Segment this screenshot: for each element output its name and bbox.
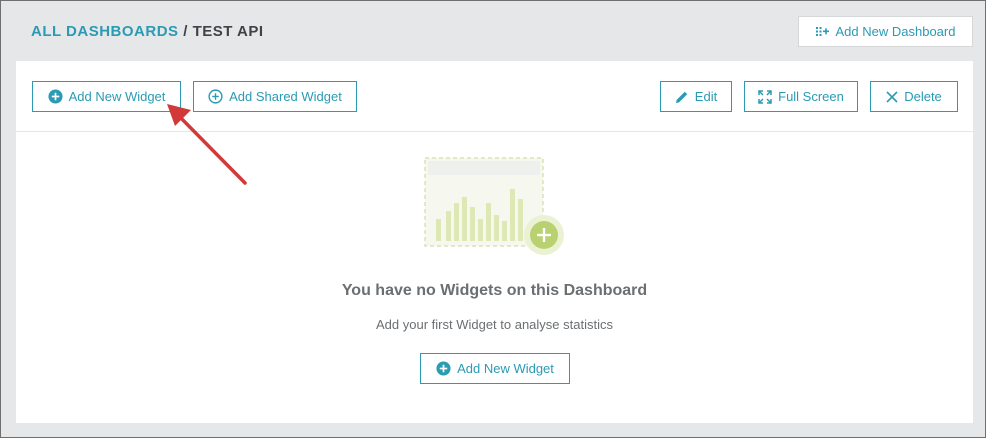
edit-label: Edit (694, 89, 718, 104)
dashboard-card: Add New Widget Add Shared Widget Edit Fu… (16, 61, 973, 423)
breadcrumb-separator: / (183, 23, 188, 40)
full-screen-button[interactable]: Full Screen (744, 81, 858, 112)
widget-chart-icon (422, 157, 572, 257)
empty-state-add-widget-button[interactable]: Add New Widget (420, 353, 570, 384)
plus-circle-outline-icon (208, 89, 223, 104)
add-new-dashboard-label: Add New Dashboard (835, 24, 956, 39)
plus-circle-icon (48, 89, 63, 104)
app-window: ALL DASHBOARDS / TEST API Add New Dashbo… (0, 0, 986, 438)
add-new-dashboard-button[interactable]: Add New Dashboard (798, 16, 973, 47)
empty-state-title: You have no Widgets on this Dashboard (341, 282, 648, 299)
pencil-icon (675, 90, 689, 104)
delete-button[interactable]: Delete (870, 81, 958, 112)
expand-icon (758, 89, 772, 104)
grid-plus-icon (815, 26, 830, 38)
add-new-widget-button[interactable]: Add New Widget (32, 81, 181, 112)
toolbar-divider (16, 131, 973, 132)
breadcrumb-all-dashboards[interactable]: ALL DASHBOARDS (31, 23, 179, 40)
add-shared-widget-label: Add Shared Widget (229, 89, 342, 104)
empty-state-add-widget-label: Add New Widget (457, 361, 554, 376)
full-screen-label: Full Screen (778, 89, 844, 104)
edit-button[interactable]: Edit (660, 81, 732, 112)
close-icon (886, 90, 898, 103)
breadcrumb: ALL DASHBOARDS / TEST API (31, 23, 264, 40)
empty-state-subtitle: Add your first Widget to analyse statist… (376, 317, 613, 332)
breadcrumb-current: TEST API (192, 23, 264, 40)
delete-label: Delete (904, 89, 942, 104)
plus-circle-icon (436, 361, 451, 376)
add-shared-widget-button[interactable]: Add Shared Widget (193, 81, 357, 112)
add-new-widget-label: Add New Widget (68, 89, 166, 104)
